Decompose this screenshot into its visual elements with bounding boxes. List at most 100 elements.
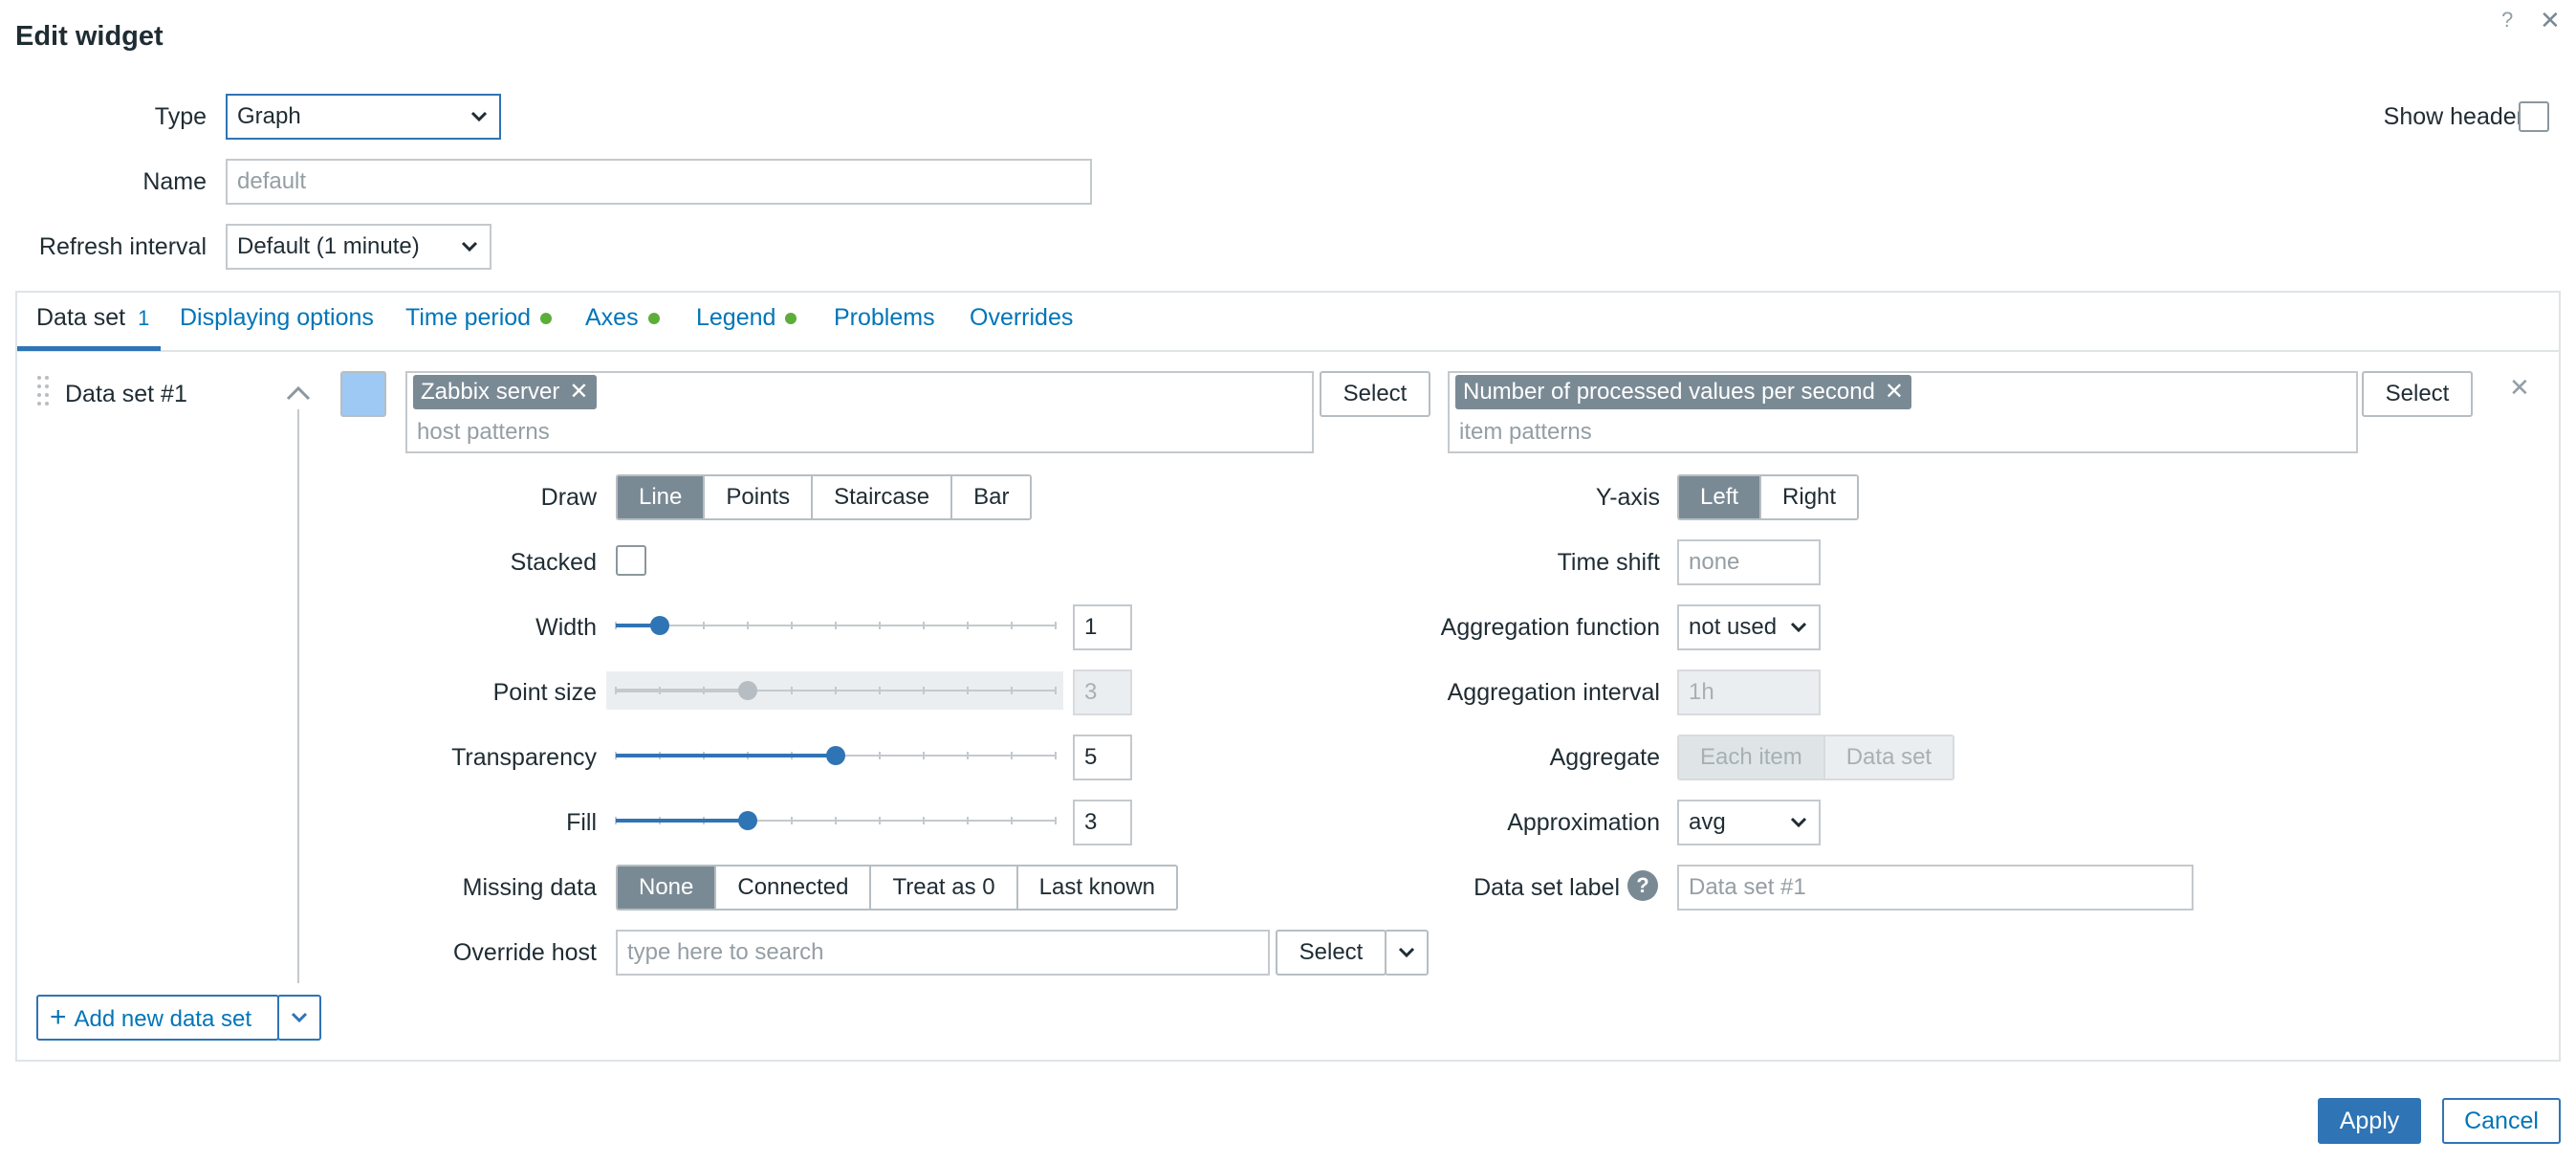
refresh-interval-select[interactable]: Default (1 minute) [226,224,491,270]
approximation-select[interactable]: avg [1677,800,1821,845]
slider-tick [835,817,837,824]
help-icon[interactable]: ? [2501,8,2513,33]
slider-knob[interactable] [650,616,669,635]
help-icon[interactable]: ? [1627,870,1658,901]
yaxis-option-right[interactable]: Right [1761,476,1858,518]
type-select[interactable]: Graph [226,94,501,140]
slider-tick [791,622,793,629]
tab-axes[interactable]: Axes [585,304,660,332]
tab-data-set-badge: 1 [138,306,150,330]
slider-tick [967,622,969,629]
name-input[interactable]: default [226,159,1092,205]
missing-data-toggle[interactable]: None Connected Treat as 0 Last known [616,865,1179,911]
aggregation-function-select[interactable]: not used [1677,604,1821,650]
slider-tick [703,622,705,629]
override-host-select-button[interactable]: Select [1276,930,1386,976]
draw-option-line[interactable]: Line [618,476,706,518]
active-tab-underline [17,346,161,351]
slider-tick [1011,622,1013,629]
item-chip: Number of processed values per second ✕ [1455,375,1912,409]
type-select-value: Graph [237,103,301,129]
aggregate-toggle: Each item Data set [1677,735,1955,780]
host-select-button[interactable]: Select [1320,371,1430,417]
missing-option-treat-as-0[interactable]: Treat as 0 [871,867,1018,909]
item-patterns-input[interactable]: item patterns [1459,419,1592,446]
dataset-color-swatch[interactable] [340,371,386,417]
tab-legend[interactable]: Legend [696,304,797,332]
dataset-label-label: Data set label [1474,874,1620,901]
slider-tick [967,817,969,824]
slider-knob[interactable] [738,811,757,830]
yaxis-toggle[interactable]: Left Right [1677,474,1860,520]
slider-tick [791,687,793,694]
fill-label: Fill [566,809,597,836]
draw-option-points[interactable]: Points [705,476,814,518]
aggregate-option-data-set: Data set [1824,736,1954,779]
close-icon[interactable]: ✕ [2540,6,2561,35]
chevron-down-icon [461,226,478,282]
fill-slider[interactable] [615,801,1057,840]
apply-button[interactable]: Apply [2318,1098,2421,1144]
drag-handle-icon[interactable] [36,375,50,416]
slider-tick [835,622,837,629]
dataset-name[interactable]: Data set #1 [65,381,187,408]
slider-tick [1055,622,1057,629]
slider-tick [1011,687,1013,694]
slider-tick [747,622,749,629]
dataset-label-input[interactable]: Data set #1 [1677,865,2194,911]
type-label: Type [154,103,207,130]
draw-option-staircase[interactable]: Staircase [813,476,953,518]
stacked-checkbox[interactable] [616,545,646,576]
missing-option-none[interactable]: None [618,867,717,909]
yaxis-option-left[interactable]: Left [1679,476,1762,518]
slider-tick [923,752,925,759]
cancel-button[interactable]: Cancel [2442,1098,2561,1144]
plus-icon: + [50,1001,67,1033]
override-host-dropdown-button[interactable] [1385,930,1429,976]
draw-option-bar[interactable]: Bar [952,476,1031,518]
remove-chip-icon[interactable]: ✕ [1885,379,1904,405]
aggregation-interval-label: Aggregation interval [1447,679,1660,706]
slider-tick [923,687,925,694]
tab-displaying-options[interactable]: Displaying options [180,304,374,332]
add-dataset-dropdown-button[interactable] [277,995,321,1041]
slider-tick [1011,752,1013,759]
chevron-down-icon [1790,606,1807,663]
pointsize-input: 3 [1073,669,1132,715]
remove-dataset-icon[interactable]: ✕ [2509,373,2530,403]
host-patterns-input[interactable]: host patterns [417,419,550,446]
remove-chip-icon[interactable]: ✕ [569,379,588,405]
missing-data-label: Missing data [462,874,597,901]
tab-problems[interactable]: Problems [834,304,935,332]
transparency-input[interactable]: 5 [1073,735,1132,780]
time-shift-input[interactable]: none [1677,539,1821,585]
collapse-chevron-icon[interactable] [285,383,312,409]
slider-knob[interactable] [826,746,845,765]
draw-toggle[interactable]: Line Points Staircase Bar [616,474,1033,520]
missing-option-last-known[interactable]: Last known [1017,867,1177,909]
draw-label: Draw [540,484,597,511]
slider-tick [791,817,793,824]
slider-fill [616,689,748,692]
override-host-input[interactable]: type here to search [616,930,1270,976]
transparency-slider[interactable] [615,736,1057,775]
chevron-down-icon [291,1012,308,1023]
show-header-checkbox[interactable] [2519,101,2549,132]
add-dataset-button[interactable]: + Add new data set [36,995,279,1041]
slider-tick [1011,817,1013,824]
fill-input[interactable]: 3 [1073,800,1132,845]
slider-tick [923,817,925,824]
tab-data-set[interactable]: Data set 1 [36,304,149,332]
aggregate-label: Aggregate [1549,744,1660,771]
slider-tick [967,687,969,694]
item-select-button[interactable]: Select [2362,371,2473,417]
missing-option-connected[interactable]: Connected [716,867,872,909]
width-slider[interactable] [615,606,1057,645]
slider-tick [923,622,925,629]
refresh-interval-value: Default (1 minute) [237,233,420,259]
tab-overrides[interactable]: Overrides [970,304,1073,332]
chevron-down-icon [1398,947,1415,958]
width-input[interactable]: 1 [1073,604,1132,650]
aggregation-interval-input: 1h [1677,669,1821,715]
tab-time-period[interactable]: Time period [405,304,553,332]
